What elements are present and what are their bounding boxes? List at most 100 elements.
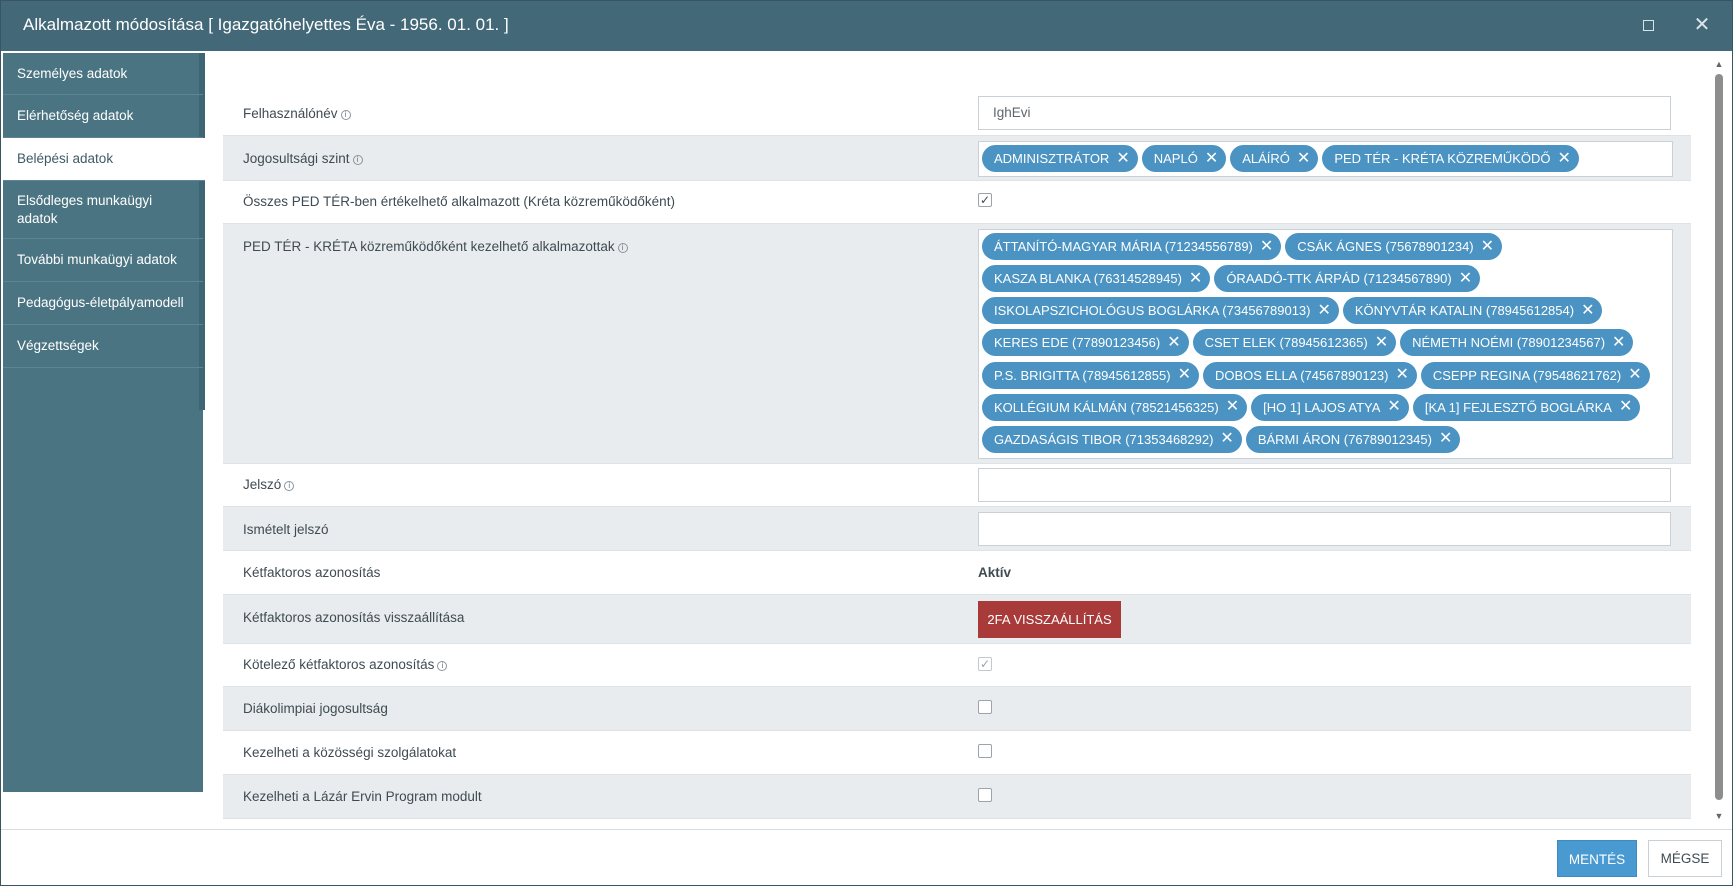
lazar-ervin-label: Kezelheti a Lázár Ervin Program modult [243, 789, 482, 804]
tag-label: CSET ELEK (78945612365) [1204, 335, 1368, 351]
password-repeat-label: Ismételt jelszó [243, 522, 329, 537]
all-ped-ter-checkbox[interactable]: ✓ [978, 193, 992, 207]
selected-tag: GAZDASÁGIS TIBOR (71353468292) ✕ [982, 425, 1242, 453]
sidebar-item-additional-employment[interactable]: További munkaügyi adatok [3, 239, 203, 282]
info-icon[interactable]: i [352, 155, 363, 165]
remove-tag-icon[interactable]: ✕ [1628, 367, 1641, 383]
scroll-down-icon[interactable]: ▼ [1714, 811, 1724, 821]
permission-level-label: Jogosultsági szint [243, 151, 350, 166]
selected-tag: ÓRAADÓ-TTK ÁRPÁD (71234567890) ✕ [1214, 265, 1481, 293]
remove-tag-icon[interactable]: ✕ [1178, 367, 1191, 383]
remove-tag-icon[interactable]: ✕ [1581, 302, 1594, 319]
remove-tag-icon[interactable]: ✕ [1260, 238, 1273, 255]
remove-tag-icon[interactable]: ✕ [1619, 399, 1632, 415]
diakolimpia-checkbox[interactable] [978, 700, 992, 714]
tag-label: CSÁK ÁGNES (75678901234) [1297, 239, 1474, 254]
info-icon[interactable]: i [437, 661, 448, 671]
maximize-icon[interactable] [1636, 13, 1660, 37]
selected-tag: NAPLÓ ✕ [1141, 145, 1227, 172]
remove-tag-icon[interactable]: ✕ [1220, 431, 1233, 447]
reset-2fa-button[interactable]: 2FA VISSZAÁLLÍTÁS [978, 601, 1121, 638]
selected-tag: CSEPP REGINA (79548621762) ✕ [1420, 361, 1650, 389]
tag-label: P.S. BRIGITTA (78945612855) [994, 367, 1171, 383]
community-service-checkbox[interactable] [978, 744, 992, 758]
sidebar-item-label: Elsődleges munkaügyi adatok [17, 192, 153, 226]
selected-tag: PED TÉR - KRÉTA KÖZREMŰKÖDŐ ✕ [1322, 145, 1579, 172]
sidebar-item-label: Személyes adatok [17, 65, 128, 81]
permission-level-select[interactable]: ADMINISZTRÁTOR ✕ NAPLÓ ✕ ALÁÍRÓ ✕ PED TÉR - KR… [978, 141, 1673, 177]
info-icon[interactable]: i [284, 481, 295, 491]
tag-label: CSEPP REGINA (79548621762) [1432, 367, 1622, 383]
content-scrollbar[interactable]: ▲ ▼ [1712, 57, 1726, 823]
save-button[interactable]: MENTÉS [1557, 840, 1637, 877]
mandatory-2fa-label: Kötelező kétfaktoros azonosítás [243, 657, 435, 672]
remove-tag-icon[interactable]: ✕ [1167, 334, 1180, 351]
remove-tag-icon[interactable]: ✕ [1387, 399, 1400, 415]
cancel-button[interactable]: MÉGSE [1648, 840, 1722, 877]
sidebar-item-qualifications[interactable]: Végzettségek [3, 325, 203, 368]
row-ped-ter-employees: PED TÉR - KRÉTA közreműködőként kezelhet… [223, 224, 1691, 464]
username-label: Felhasználónév [243, 106, 338, 121]
remove-tag-icon[interactable]: ✕ [1297, 150, 1310, 167]
info-icon[interactable]: i [617, 243, 628, 253]
sidebar-item-label: Elérhetőség adatok [17, 108, 134, 123]
employee-edit-dialog: Alkalmazott módosítása [ Igazgatóhelyett… [0, 0, 1733, 886]
remove-tag-icon[interactable]: ✕ [1395, 367, 1408, 383]
remove-tag-icon[interactable]: ✕ [1317, 302, 1330, 319]
sidebar-item-label: További munkaügyi adatok [17, 252, 177, 267]
all-ped-ter-label: Összes PED TÉR-ben értékelhető alkalmazo… [243, 194, 675, 209]
selected-tag: DOBOS ELLA (74567890123) ✕ [1202, 361, 1417, 389]
remove-tag-icon[interactable]: ✕ [1226, 399, 1239, 415]
tag-label: GAZDASÁGIS TIBOR (71353468292) [994, 431, 1214, 447]
selected-tag: KASZA BLANKA (76314528945) ✕ [982, 265, 1211, 293]
remove-tag-icon[interactable]: ✕ [1205, 150, 1218, 167]
tag-label: [HO 1] LAJOS ATYA [1263, 399, 1381, 415]
selected-tag: KOLLÉGIUM KÁLMÁN (78521456325) ✕ [982, 393, 1248, 421]
info-icon[interactable]: i [340, 110, 351, 120]
lazar-ervin-checkbox[interactable] [978, 788, 992, 802]
community-service-label: Kezelheti a közösségi szolgálatokat [243, 745, 457, 760]
sidebar-item-label: Végzettségek [17, 338, 99, 353]
tag-label: ADMINISZTRÁTOR [994, 151, 1110, 166]
two-factor-reset-label: Kétfaktoros azonosítás visszaállítása [243, 610, 465, 625]
dialog-titlebar: Alkalmazott módosítása [ Igazgatóhelyett… [1, 1, 1732, 51]
ped-ter-employees-select[interactable]: ÁTTANÍTÓ-MAGYAR MÁRIA (71234556789) ✕ CSÁK… [978, 229, 1673, 459]
sidebar-spacer [3, 792, 203, 829]
tag-label: ALÁÍRÓ [1242, 151, 1290, 166]
sidebar-item-login[interactable]: Belépési adatok [3, 138, 205, 181]
tag-label: ÁTTANÍTÓ-MAGYAR MÁRIA (71234556789) [994, 239, 1253, 254]
sidebar-item-personal[interactable]: Személyes adatok [3, 53, 203, 95]
scroll-up-icon[interactable]: ▲ [1714, 59, 1724, 69]
sidebar-item-career-model[interactable]: Pedagógus-életpályamodell [3, 282, 203, 325]
remove-tag-icon[interactable]: ✕ [1189, 270, 1202, 287]
tag-label: DOBOS ELLA (74567890123) [1214, 367, 1389, 383]
tag-label: KASZA BLANKA (76314528945) [994, 271, 1182, 287]
selected-tag: ALÁÍRÓ ✕ [1230, 145, 1319, 172]
remove-tag-icon[interactable]: ✕ [1375, 334, 1388, 351]
selected-tag: [KA 1] FEJLESZTŐ BOGLÁRKA ✕ [1412, 393, 1641, 421]
tag-label: BÁRMI ÁRON (76789012345) [1257, 431, 1432, 447]
remove-tag-icon[interactable]: ✕ [1459, 270, 1472, 287]
row-password-repeat: Ismételt jelszó [223, 507, 1691, 551]
password-repeat-input[interactable] [978, 512, 1671, 546]
sidebar-item-contact[interactable]: Elérhetőség adatok [3, 95, 203, 138]
tag-label: KERES EDE (77890123456) [994, 335, 1161, 351]
close-icon[interactable]: ✕ [1690, 13, 1714, 37]
remove-tag-icon[interactable]: ✕ [1612, 334, 1625, 351]
tag-label: KÖNYVTÁR KATALIN (78945612854) [1354, 303, 1575, 319]
row-two-factor-reset: Kétfaktoros azonosítás visszaállítása 2F… [223, 595, 1691, 644]
scrollbar-thumb[interactable] [1715, 74, 1723, 800]
remove-tag-icon[interactable]: ✕ [1116, 150, 1129, 167]
username-input[interactable]: IghEvi [978, 96, 1671, 130]
remove-tag-icon[interactable]: ✕ [1481, 238, 1494, 255]
tag-label: NAPLÓ [1153, 151, 1198, 166]
two-factor-status: Aktív [978, 565, 1012, 580]
remove-tag-icon[interactable]: ✕ [1558, 150, 1571, 167]
password-input[interactable] [978, 468, 1671, 502]
tag-label: ÓRAADÓ-TTK ÁRPÁD (71234567890) [1226, 271, 1452, 287]
remove-tag-icon[interactable]: ✕ [1439, 431, 1452, 447]
sidebar-item-primary-employment[interactable]: Elsődleges munkaügyi adatok [3, 181, 203, 239]
sidebar: Személyes adatok Elérhetőség adatok Belé… [3, 53, 205, 792]
selected-tag: CSÁK ÁGNES (75678901234) ✕ [1285, 233, 1503, 260]
row-permission-level: Jogosultsági szint i ADMINISZTRÁTOR ✕ NAPLÓ… [223, 136, 1691, 181]
